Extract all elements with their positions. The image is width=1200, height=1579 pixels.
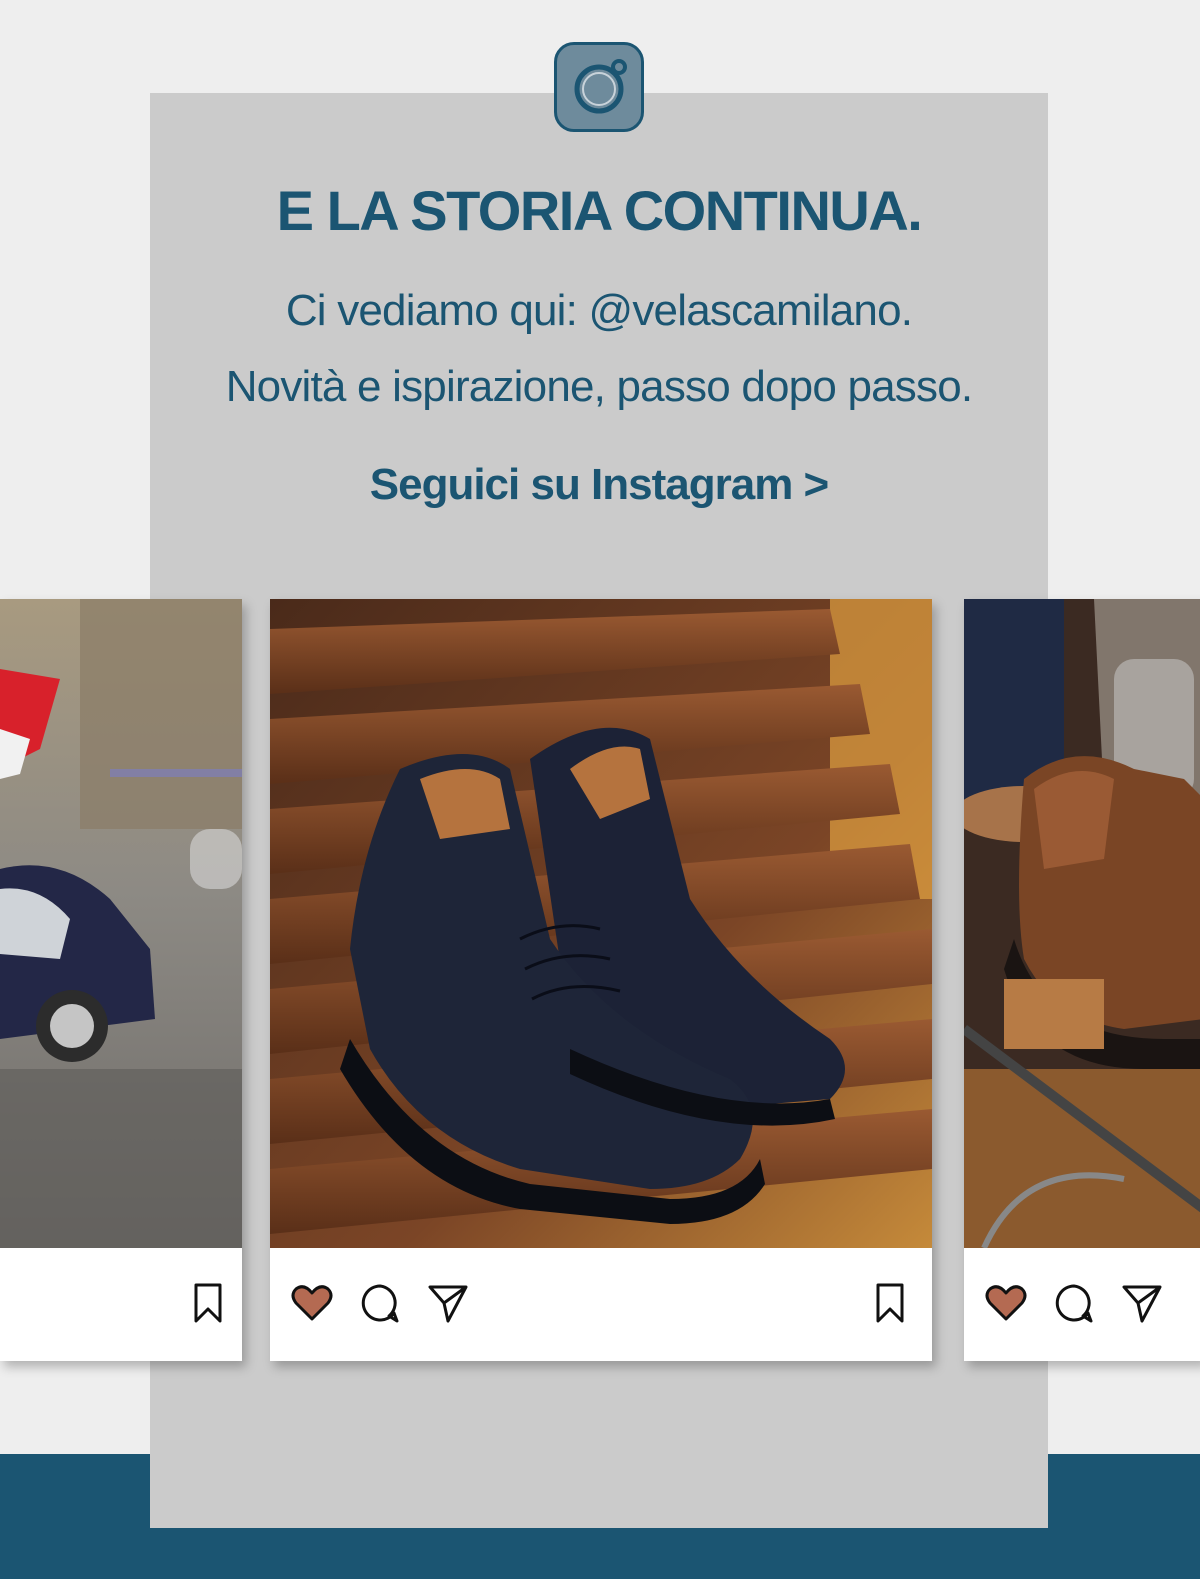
follow-instagram-link[interactable]: Seguici su Instagram > [150,460,1048,510]
comment-icon[interactable] [358,1281,402,1325]
instagram-post[interactable] [270,599,932,1361]
instagram-icon[interactable] [554,42,644,132]
section-title: E LA STORIA CONTINUA. [276,179,923,242]
bookmark-icon[interactable] [186,1281,230,1325]
instagram-post[interactable] [964,599,1200,1361]
share-icon[interactable] [426,1281,470,1325]
post-image-leather-boot[interactable] [964,599,1200,1248]
comment-icon[interactable] [1052,1281,1096,1325]
post-image-chukka-boots[interactable] [270,599,932,1248]
heart-icon[interactable] [290,1281,334,1325]
tagline-text: Novità e ispirazione, passo dopo passo. [225,362,973,411]
share-icon[interactable] [1120,1281,1164,1325]
handle-text: Ci vediamo qui: @velascamilano. [285,286,913,335]
heart-icon[interactable] [984,1281,1028,1325]
bookmark-icon[interactable] [868,1281,912,1325]
instagram-post[interactable] [0,599,242,1361]
post-image-fiat[interactable] [0,599,242,1248]
